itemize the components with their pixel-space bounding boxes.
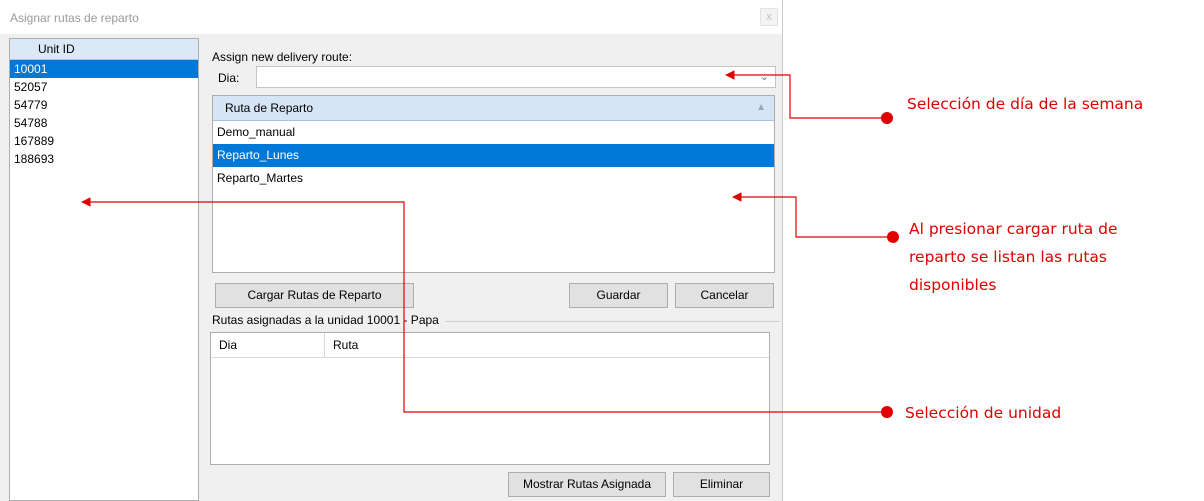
day-select-pointer: [725, 70, 893, 124]
load-routes-annotation-line: reparto se listan las rutas: [909, 248, 1107, 266]
day-select-annotation: Selección de día de la semana: [907, 95, 1144, 113]
load-routes-annotation: Al presionar cargar ruta de reparto se l…: [909, 215, 1118, 299]
unit-select-annotation: Selección de unidad: [905, 404, 1062, 422]
load-routes-annotation-line: Al presionar cargar ruta de: [909, 220, 1118, 238]
load-routes-annotation-line: disponibles: [909, 276, 997, 294]
unit-select-pointer: [81, 197, 893, 418]
route-list-pointer: [732, 192, 899, 243]
